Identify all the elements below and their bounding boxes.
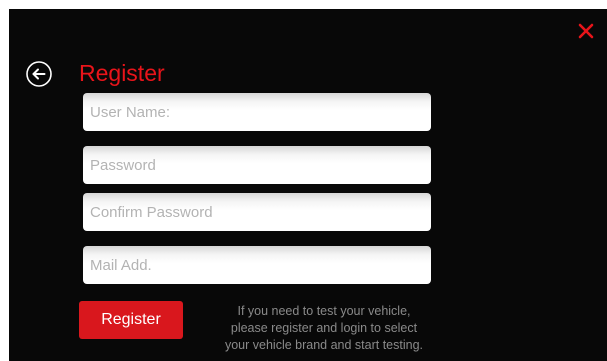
password-input[interactable] [83,146,431,184]
confirm-password-input[interactable] [83,193,431,231]
register-screen: Register Register If you need to test yo… [9,9,607,361]
page-title: Register [79,60,165,86]
register-hint: If you need to test your vehicle, please… [199,303,449,354]
back-arrow-icon[interactable] [25,60,53,88]
mail-field[interactable] [83,246,431,284]
confirm-password-field[interactable] [83,193,431,231]
hint-line: If you need to test your vehicle, [237,304,411,318]
hint-line: please register and login to select [230,321,418,335]
close-icon[interactable] [576,21,596,41]
hint-line: your vehicle brand and start testing. [224,338,424,352]
mail-input[interactable] [83,246,431,284]
username-field[interactable] [83,93,431,131]
username-input[interactable] [83,93,431,131]
register-button[interactable]: Register [79,301,183,339]
password-field[interactable] [83,146,431,184]
